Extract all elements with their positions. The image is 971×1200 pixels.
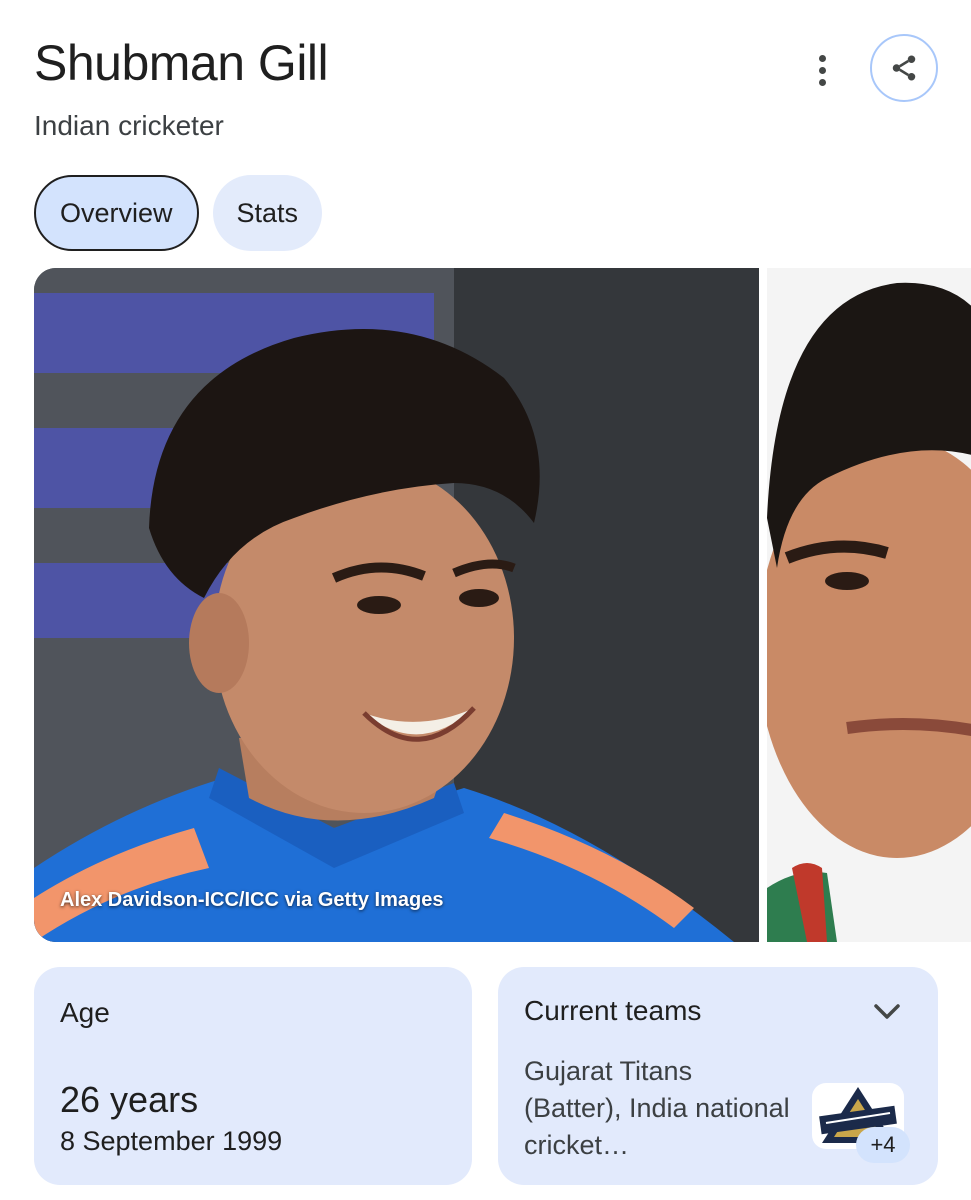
age-value: 26 years	[60, 1079, 199, 1120]
birth-date: 8 September 1999	[60, 1126, 283, 1156]
player-portrait-image	[34, 268, 759, 942]
more-teams-badge[interactable]: +4	[856, 1127, 910, 1163]
tab-overview[interactable]: Overview	[34, 175, 199, 251]
current-teams-label: Current teams	[524, 995, 702, 1026]
age-card[interactable]: Age 26 years 8 September 1999	[34, 967, 472, 1185]
chevron-down-icon[interactable]	[872, 1001, 902, 1023]
player-headshot-image	[767, 268, 971, 942]
photo-credit: Alex Davidson-ICC/ICC via Getty Images	[60, 889, 444, 911]
page-subtitle: Indian cricketer	[34, 110, 224, 141]
player-photo-secondary[interactable]	[767, 268, 971, 942]
page-title: Shubman Gill	[34, 35, 329, 91]
image-gallery[interactable]: Alex Davidson-ICC/ICC via Getty Images	[34, 268, 971, 942]
tab-bar: Overview Stats	[34, 175, 323, 251]
age-label: Age	[60, 997, 110, 1028]
player-photo-main[interactable]: Alex Davidson-ICC/ICC via Getty Images	[34, 268, 759, 942]
more-vert-icon	[818, 54, 826, 62]
more-options-button[interactable]	[800, 46, 844, 94]
current-teams-card[interactable]: Current teams Gujarat Titans (Batter), I…	[498, 967, 938, 1185]
share-icon	[892, 55, 916, 81]
tab-stats[interactable]: Stats	[212, 175, 323, 251]
share-button[interactable]	[870, 34, 938, 102]
current-teams-text: Gujarat Titans (Batter), India national …	[524, 1056, 790, 1160]
